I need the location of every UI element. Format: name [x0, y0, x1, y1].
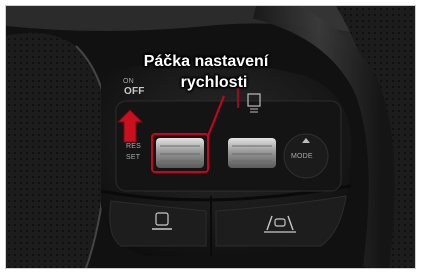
off-label: OFF: [124, 86, 145, 97]
set-label: SET: [126, 154, 141, 161]
steering-wheel-scene: [6, 6, 415, 268]
callout-title-line1: Páčka nastavení: [143, 53, 269, 70]
on-label: ON: [123, 78, 134, 85]
speed-lever[interactable]: [156, 138, 204, 168]
steering-wheel-photo: ON OFF RES SET MODE Páčka nastavení rych…: [6, 6, 415, 268]
distance-lever[interactable]: [228, 138, 276, 168]
res-label: RES: [126, 143, 141, 150]
mode-label: MODE: [291, 153, 313, 160]
callout-title-line2: rychlosti: [180, 74, 248, 91]
